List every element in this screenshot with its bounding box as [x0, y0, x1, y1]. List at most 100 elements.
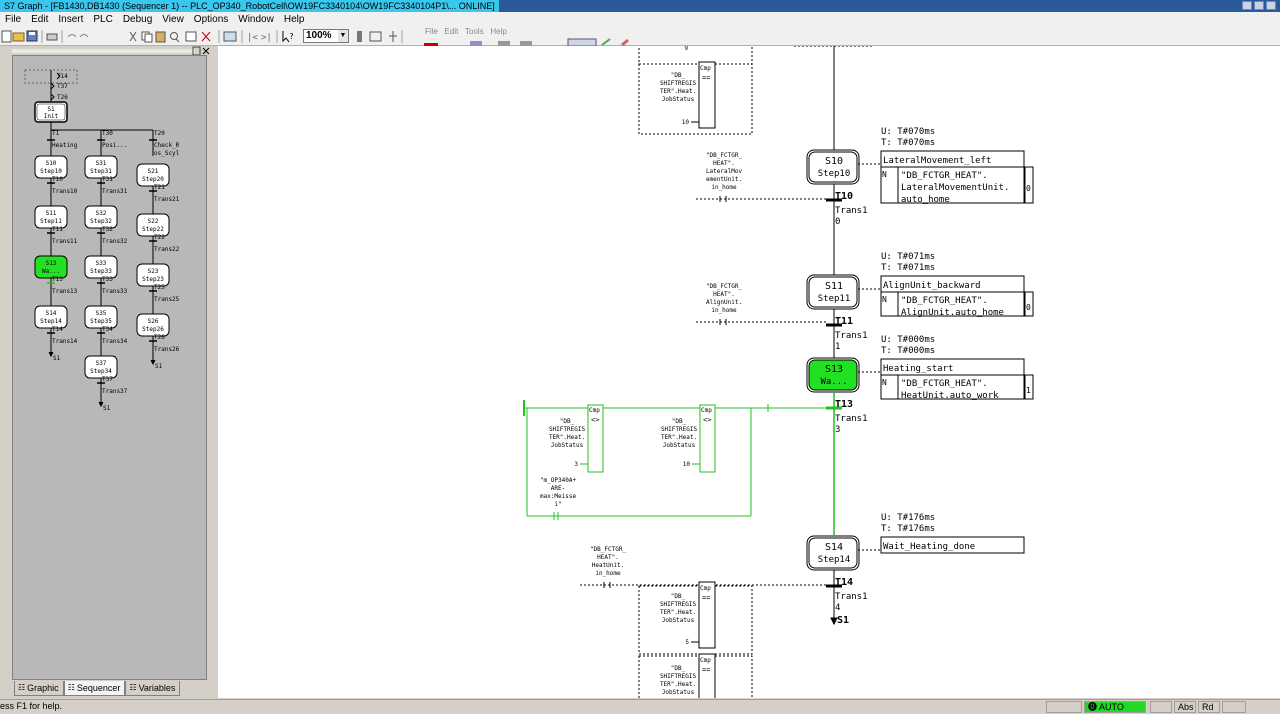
minimize-button[interactable] [1242, 1, 1252, 10]
overview-step-name: Step31 [90, 168, 112, 175]
sequence-editor[interactable]: 9 Cmp == 10 "DB_ SHIFTREGIS TER".Heat. JobStatu… [218, 46, 1280, 698]
zoom-select[interactable]: 100% ▼ [303, 29, 349, 43]
cmp-operand: "DB_ [671, 72, 686, 79]
status-rd: Rd [1198, 701, 1220, 713]
save-icon[interactable] [26, 30, 38, 42]
menu-bar: File Edit Insert PLC Debug View Options … [0, 12, 1280, 27]
copy-icon[interactable] [141, 31, 153, 43]
condition-operand: HeatUnit. [592, 562, 625, 569]
overview-trans-name: Trans10 [52, 188, 78, 195]
paste-icon[interactable] [155, 31, 166, 43]
open-folder-icon[interactable] [12, 32, 25, 42]
overview-step-name: Wa... [42, 268, 60, 275]
condition-operand: in_home [711, 184, 737, 191]
tab-variables[interactable]: ☷ Variables [125, 681, 181, 696]
redo-icon[interactable] [79, 34, 89, 38]
step-u-time: U: T#176ms [881, 513, 935, 523]
toolbar-icons: |< >| ? [1, 30, 629, 46]
tab-sequencer[interactable]: ☷ Sequencer [63, 681, 126, 696]
close-button[interactable] [1266, 1, 1276, 10]
last-step-icon[interactable]: >| [261, 33, 272, 43]
cmp-operand: TER".Heat. [549, 434, 585, 441]
cmp-operand: "DB_ [560, 418, 575, 425]
cmp-in2-value: 3 [574, 461, 578, 468]
overview-step-num: S31 [96, 160, 107, 167]
cmp-operand: JobStatus [663, 442, 696, 449]
overview-step-num: S23 [148, 268, 159, 275]
cmp-label: Cmp [701, 407, 712, 414]
contact-operand: max:Meisse [540, 493, 577, 500]
first-step-icon[interactable]: |< [247, 33, 258, 43]
help-pointer-icon[interactable]: ? [282, 31, 294, 43]
pane-tabs: ☷ Graphic ☷ Sequencer ☷ Variables [14, 681, 181, 696]
maximize-button[interactable] [1254, 1, 1264, 10]
title-bar: S7 Graph - [FB1430,DB1430 (Sequencer 1) … [0, 0, 1280, 12]
overview-jump-target: S1 [103, 405, 111, 412]
menu-plc[interactable]: PLC [88, 14, 117, 25]
sequence-overview[interactable]: T14 T37 T26 S1 Init T1 Heating S10 Step10 T10 Tran… [12, 55, 207, 680]
step-number: S14 [825, 542, 843, 553]
menu-options[interactable]: Options [189, 14, 233, 25]
tab-sequencer-label: Sequencer [76, 683, 121, 693]
overview-trans-name: Trans33 [102, 288, 128, 295]
overview-trans-name: Posi... [102, 142, 127, 149]
overview-trans-name: Trans13 [52, 288, 78, 295]
print-icon[interactable] [46, 33, 58, 41]
overview-trans-num: T22 [154, 234, 165, 241]
insert-step-icon[interactable] [185, 31, 197, 42]
find-icon[interactable] [170, 32, 180, 43]
transition-number: T11 [835, 316, 853, 327]
sequence-icon[interactable] [369, 31, 382, 42]
overview-step-name: Step26 [142, 326, 164, 333]
transition-name: Trans1 [835, 331, 868, 341]
overview-step-num: S13 [46, 260, 57, 267]
overview-graph[interactable]: T14T37T26S1InitT1HeatingS10Step10T10Tran… [13, 56, 208, 681]
cmp-operator: <> [591, 416, 599, 424]
cmp-operator: == [702, 666, 710, 674]
cmp-operand: TER".Heat. [660, 88, 696, 95]
condition-operand: "DB_FCTGR_ [706, 283, 743, 290]
delete-icon[interactable] [201, 31, 211, 42]
menu-insert[interactable]: Insert [53, 14, 88, 25]
new-file-icon[interactable] [1, 30, 12, 43]
overview-step-name: Step32 [90, 218, 112, 225]
step-number: S10 [825, 156, 843, 167]
chevron-down-icon[interactable]: ▼ [338, 30, 348, 42]
transition-icon[interactable] [389, 31, 397, 42]
cmp-operand: JobStatus [662, 96, 695, 103]
overview-step-name: Step20 [142, 176, 164, 183]
palette-menu-hint: File Edit Tools Help [425, 27, 507, 36]
overview-trans-num: T34 [102, 326, 113, 333]
variables-tab-icon: ☷ [129, 683, 137, 692]
step-u-time: U: T#000ms [881, 335, 935, 345]
menu-debug[interactable]: Debug [118, 14, 157, 25]
menu-edit[interactable]: Edit [26, 14, 53, 25]
condition-operand: in_home [595, 570, 621, 577]
undo-icon[interactable] [67, 34, 77, 38]
overview-trans-name: Trans25 [154, 296, 180, 303]
menu-view[interactable]: View [157, 14, 189, 25]
tab-graphic[interactable]: ☷ Graphic [14, 681, 64, 696]
menu-file[interactable]: File [0, 14, 26, 25]
cmp-label: Cmp [700, 585, 711, 592]
monitor-icon[interactable] [223, 31, 237, 42]
overview-step-name: Init [44, 113, 59, 120]
transition-name-suffix: 0 [835, 217, 840, 227]
condition-operand: "DB_FCTGR_ [706, 152, 743, 159]
overview-step-name: Step34 [90, 368, 112, 375]
floating-palette-icon[interactable] [424, 38, 629, 46]
transition-name: Trans1 [835, 206, 868, 216]
step-u-time: U: T#070ms [881, 127, 935, 137]
jump-target: S1 [837, 615, 849, 626]
overview-jump-label: T37 [57, 83, 68, 90]
transition-name-suffix: 3 [835, 425, 840, 435]
overview-step-name: Step23 [142, 276, 164, 283]
menu-help[interactable]: Help [279, 14, 310, 25]
step-t-time: T: T#000ms [881, 346, 935, 356]
sequence-diagram[interactable]: 9Cmp==10"DB_SHIFTREGISTER".Heat.JobStatu… [218, 46, 1280, 698]
overview-step-num: S35 [96, 310, 107, 317]
zoom-in-icon[interactable] [357, 31, 362, 42]
cut-icon[interactable] [129, 31, 137, 42]
overview-trans-num: T20 [154, 130, 165, 137]
menu-window[interactable]: Window [233, 14, 279, 25]
